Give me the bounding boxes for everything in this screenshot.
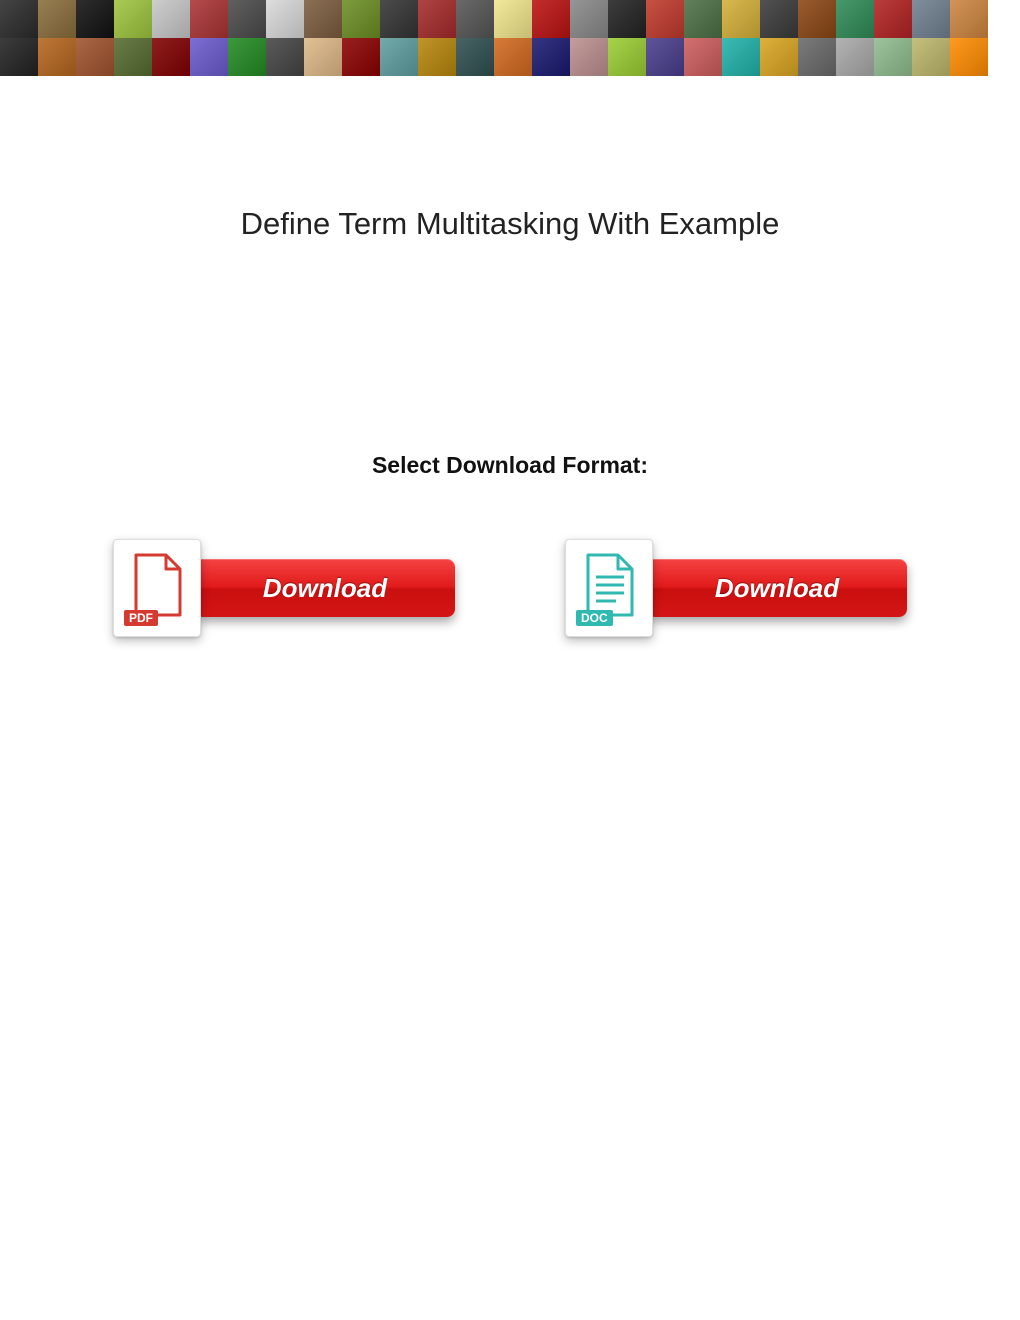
banner-tile bbox=[950, 38, 988, 76]
banner-tile bbox=[342, 0, 380, 38]
banner-tile bbox=[266, 38, 304, 76]
banner-tile bbox=[0, 0, 38, 38]
banner-tile bbox=[646, 38, 684, 76]
banner-tile bbox=[684, 0, 722, 38]
banner-tile bbox=[722, 0, 760, 38]
banner-tile bbox=[646, 0, 684, 38]
doc-badge: DOC bbox=[576, 610, 613, 626]
banner-tile bbox=[38, 0, 76, 38]
banner-tile bbox=[608, 38, 646, 76]
banner-tile bbox=[342, 38, 380, 76]
banner-tile bbox=[456, 38, 494, 76]
banner-tile bbox=[722, 38, 760, 76]
banner-tile bbox=[684, 38, 722, 76]
pdf-icon-card: PDF bbox=[113, 539, 201, 637]
banner-tile bbox=[76, 0, 114, 38]
banner-tile bbox=[760, 38, 798, 76]
media-banner bbox=[0, 0, 1020, 76]
banner-tile bbox=[836, 38, 874, 76]
download-doc-button[interactable]: Download bbox=[647, 559, 907, 617]
download-pdf-label: Download bbox=[263, 573, 387, 604]
download-pdf-button[interactable]: Download bbox=[195, 559, 455, 617]
banner-tile bbox=[456, 0, 494, 38]
banner-tile bbox=[760, 0, 798, 38]
banner-tile bbox=[152, 38, 190, 76]
download-doc-label: Download bbox=[715, 573, 839, 604]
banner-tile bbox=[950, 0, 988, 38]
banner-tile bbox=[532, 0, 570, 38]
banner-tile bbox=[304, 38, 342, 76]
banner-tile bbox=[798, 38, 836, 76]
banner-tile bbox=[418, 0, 456, 38]
download-pdf-group: PDF Download bbox=[113, 539, 455, 637]
banner-tile bbox=[266, 0, 304, 38]
banner-tile bbox=[114, 38, 152, 76]
banner-tile bbox=[38, 38, 76, 76]
page-title: Define Term Multitasking With Example bbox=[0, 206, 1020, 242]
banner-tile bbox=[532, 38, 570, 76]
banner-tile bbox=[190, 38, 228, 76]
banner-tile bbox=[380, 38, 418, 76]
banner-tile bbox=[114, 0, 152, 38]
banner-tile bbox=[190, 0, 228, 38]
banner-tile bbox=[228, 38, 266, 76]
banner-tile bbox=[874, 38, 912, 76]
banner-tile bbox=[608, 0, 646, 38]
banner-tile bbox=[874, 0, 912, 38]
download-doc-group: DOC Download bbox=[565, 539, 907, 637]
banner-tile bbox=[152, 0, 190, 38]
banner-tile bbox=[912, 0, 950, 38]
banner-tile bbox=[0, 38, 38, 76]
download-buttons-row: PDF Download DOC Download bbox=[0, 539, 1020, 637]
banner-tile bbox=[836, 0, 874, 38]
banner-tile bbox=[912, 38, 950, 76]
banner-tile bbox=[570, 38, 608, 76]
banner-tile bbox=[228, 0, 266, 38]
format-area: Select Download Format: bbox=[0, 452, 1020, 479]
banner-tile bbox=[494, 0, 532, 38]
select-format-label: Select Download Format: bbox=[0, 452, 1020, 479]
pdf-badge: PDF bbox=[124, 610, 158, 626]
banner-tile bbox=[418, 38, 456, 76]
banner-tile bbox=[76, 38, 114, 76]
banner-tile bbox=[494, 38, 532, 76]
banner-tile bbox=[570, 0, 608, 38]
banner-tile bbox=[304, 0, 342, 38]
banner-tile bbox=[380, 0, 418, 38]
title-area: Define Term Multitasking With Example bbox=[0, 206, 1020, 242]
banner-tile bbox=[798, 0, 836, 38]
doc-icon-card: DOC bbox=[565, 539, 653, 637]
